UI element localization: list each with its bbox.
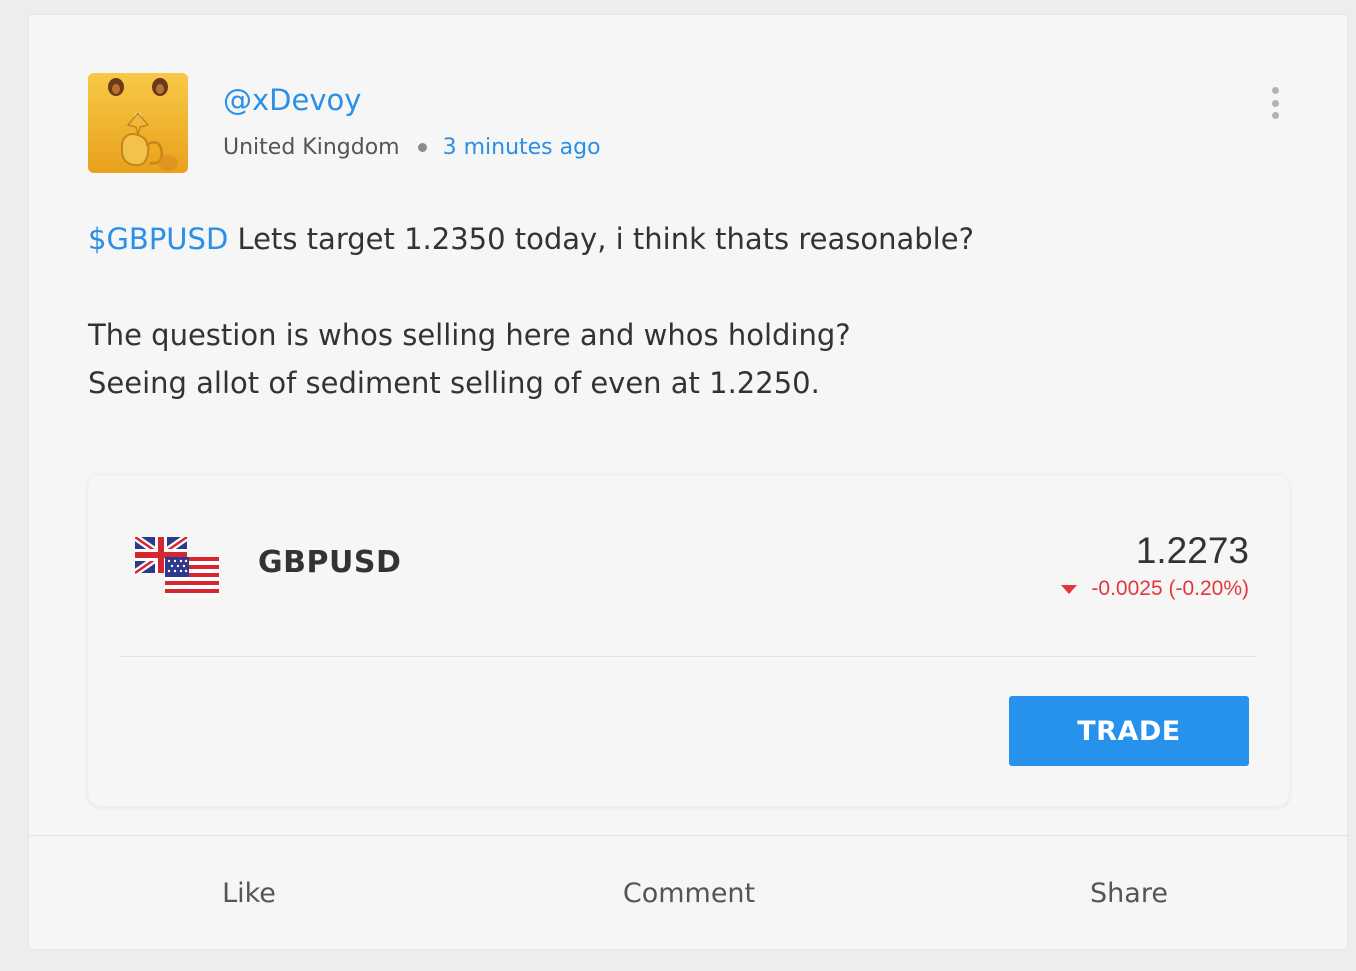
down-arrow-icon xyxy=(1061,584,1078,594)
trade-button[interactable]: TRADE xyxy=(1009,696,1249,766)
divider xyxy=(119,656,1257,657)
location: United Kingdom xyxy=(223,135,400,160)
avatar-image xyxy=(88,73,188,173)
menu-dot xyxy=(1271,99,1279,107)
instrument-price: 1.2273 xyxy=(1135,530,1249,571)
ticker-link[interactable]: $GBPUSD xyxy=(88,222,228,256)
share-button[interactable]: Share xyxy=(909,837,1349,949)
divider xyxy=(29,835,1349,836)
post-line-1-text: Lets target 1.2350 today, i think thats … xyxy=(228,222,974,256)
post-line-3: Seeing allot of sediment selling of even… xyxy=(88,366,820,400)
uk-us-flags-icon xyxy=(135,537,219,597)
like-button[interactable]: Like xyxy=(29,837,469,949)
post-line-1: $GBPUSD Lets target 1.2350 today, i thin… xyxy=(88,215,1288,263)
post-meta: United Kingdom 3 minutes ago xyxy=(223,135,601,160)
post-line-2: The question is whos selling here and wh… xyxy=(88,318,851,352)
timestamp-link[interactable]: 3 minutes ago xyxy=(443,135,601,160)
menu-dot xyxy=(1271,87,1279,94)
instrument-card[interactable]: GBPUSD 1.2273 -0.0025 (-0.20%) TRADE xyxy=(88,475,1289,806)
post-actions: Like Comment Share xyxy=(29,837,1349,949)
instrument-name[interactable]: GBPUSD xyxy=(258,545,401,580)
separator-dot-icon xyxy=(417,143,427,152)
menu-dot xyxy=(1271,112,1279,119)
post-card: @xDevoy United Kingdom 3 minutes ago $GB… xyxy=(28,14,1349,950)
comment-button[interactable]: Comment xyxy=(469,837,909,949)
avatar[interactable] xyxy=(88,73,188,173)
price-change-value: -0.0025 (-0.20%) xyxy=(1091,577,1249,600)
username[interactable]: @xDevoy xyxy=(223,83,361,117)
price-change: -0.0025 (-0.20%) xyxy=(1061,577,1249,601)
post-body: $GBPUSD Lets target 1.2350 today, i thin… xyxy=(88,215,1288,407)
more-options-icon[interactable] xyxy=(1265,87,1285,119)
